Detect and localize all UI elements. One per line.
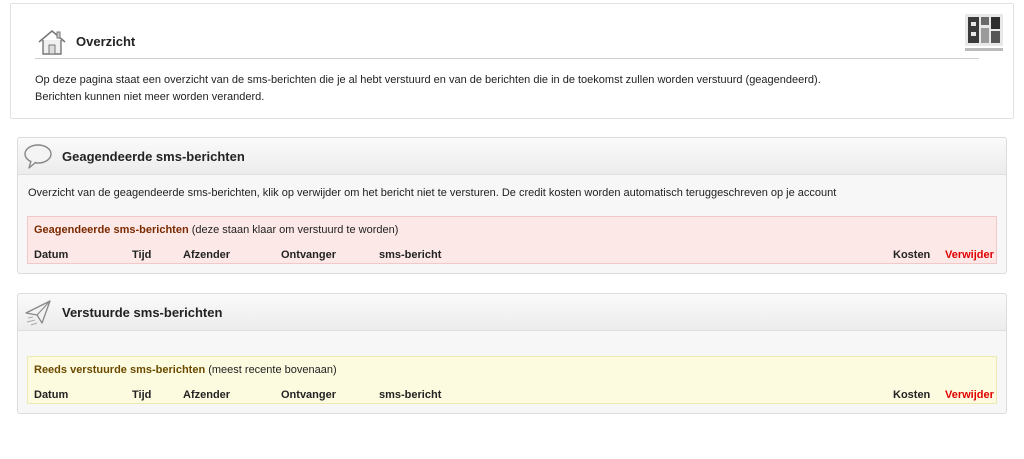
paper-plane-icon bbox=[25, 300, 51, 326]
page-title: Overzicht bbox=[76, 34, 136, 49]
overview-line-2: Berichten kunnen niet meer worden verand… bbox=[35, 91, 265, 103]
col-afzender: Afzender bbox=[183, 249, 231, 261]
col-ontvanger: Ontvanger bbox=[281, 389, 337, 401]
col-verwijder[interactable]: Verwijder bbox=[945, 249, 994, 261]
overview-header: Overzicht bbox=[35, 26, 979, 59]
col-kosten: Kosten bbox=[893, 389, 931, 401]
col-tijd: Tijd bbox=[132, 249, 152, 261]
scheduled-panel-header: Geagendeerde sms-berichten bbox=[18, 138, 1006, 175]
house-icon bbox=[38, 29, 66, 55]
speech-bubble-icon bbox=[24, 144, 52, 169]
brand-logo bbox=[965, 14, 1003, 51]
col-sms-bericht: sms-bericht bbox=[379, 389, 442, 401]
caption-bold: Geagendeerde sms-berichten bbox=[34, 224, 189, 236]
scheduled-title: Geagendeerde sms-berichten bbox=[62, 149, 245, 164]
caption-bold: Reeds verstuurde sms-berichten bbox=[34, 364, 206, 376]
scheduled-panel: Geagendeerde sms-berichten Overzicht van… bbox=[17, 137, 1007, 274]
col-datum: Datum bbox=[34, 389, 69, 401]
overview-line-1: Op deze pagina staat een overzicht van d… bbox=[35, 74, 821, 86]
col-ontvanger: Ontvanger bbox=[281, 249, 337, 261]
overview-description: Op deze pagina staat een overzicht van d… bbox=[35, 72, 821, 106]
scheduled-description: Overzicht van de geagendeerde sms-berich… bbox=[28, 187, 837, 199]
scheduled-table: Geagendeerde sms-berichten (deze staan k… bbox=[27, 216, 997, 264]
sent-table: Reeds verstuurde sms-berichten (meest re… bbox=[27, 356, 997, 404]
col-datum: Datum bbox=[34, 249, 69, 261]
col-afzender: Afzender bbox=[183, 389, 231, 401]
col-verwijder[interactable]: Verwijder bbox=[945, 389, 994, 401]
sent-title: Verstuurde sms-berichten bbox=[62, 305, 223, 320]
sent-table-caption: Reeds verstuurde sms-berichten (meest re… bbox=[34, 364, 337, 376]
caption-rest: (meest recente bovenaan) bbox=[205, 364, 337, 376]
scheduled-table-caption: Geagendeerde sms-berichten (deze staan k… bbox=[34, 224, 398, 236]
col-kosten: Kosten bbox=[893, 249, 931, 261]
overview-panel: Overzicht Op deze pagina staat een overz… bbox=[10, 3, 1014, 119]
caption-rest: (deze staan klaar om verstuurd te worden… bbox=[188, 224, 399, 236]
sent-panel: Verstuurde sms-berichten Reeds verstuurd… bbox=[17, 293, 1007, 414]
sent-panel-header: Verstuurde sms-berichten bbox=[18, 294, 1006, 331]
col-sms-bericht: sms-bericht bbox=[379, 249, 442, 261]
col-tijd: Tijd bbox=[132, 389, 152, 401]
